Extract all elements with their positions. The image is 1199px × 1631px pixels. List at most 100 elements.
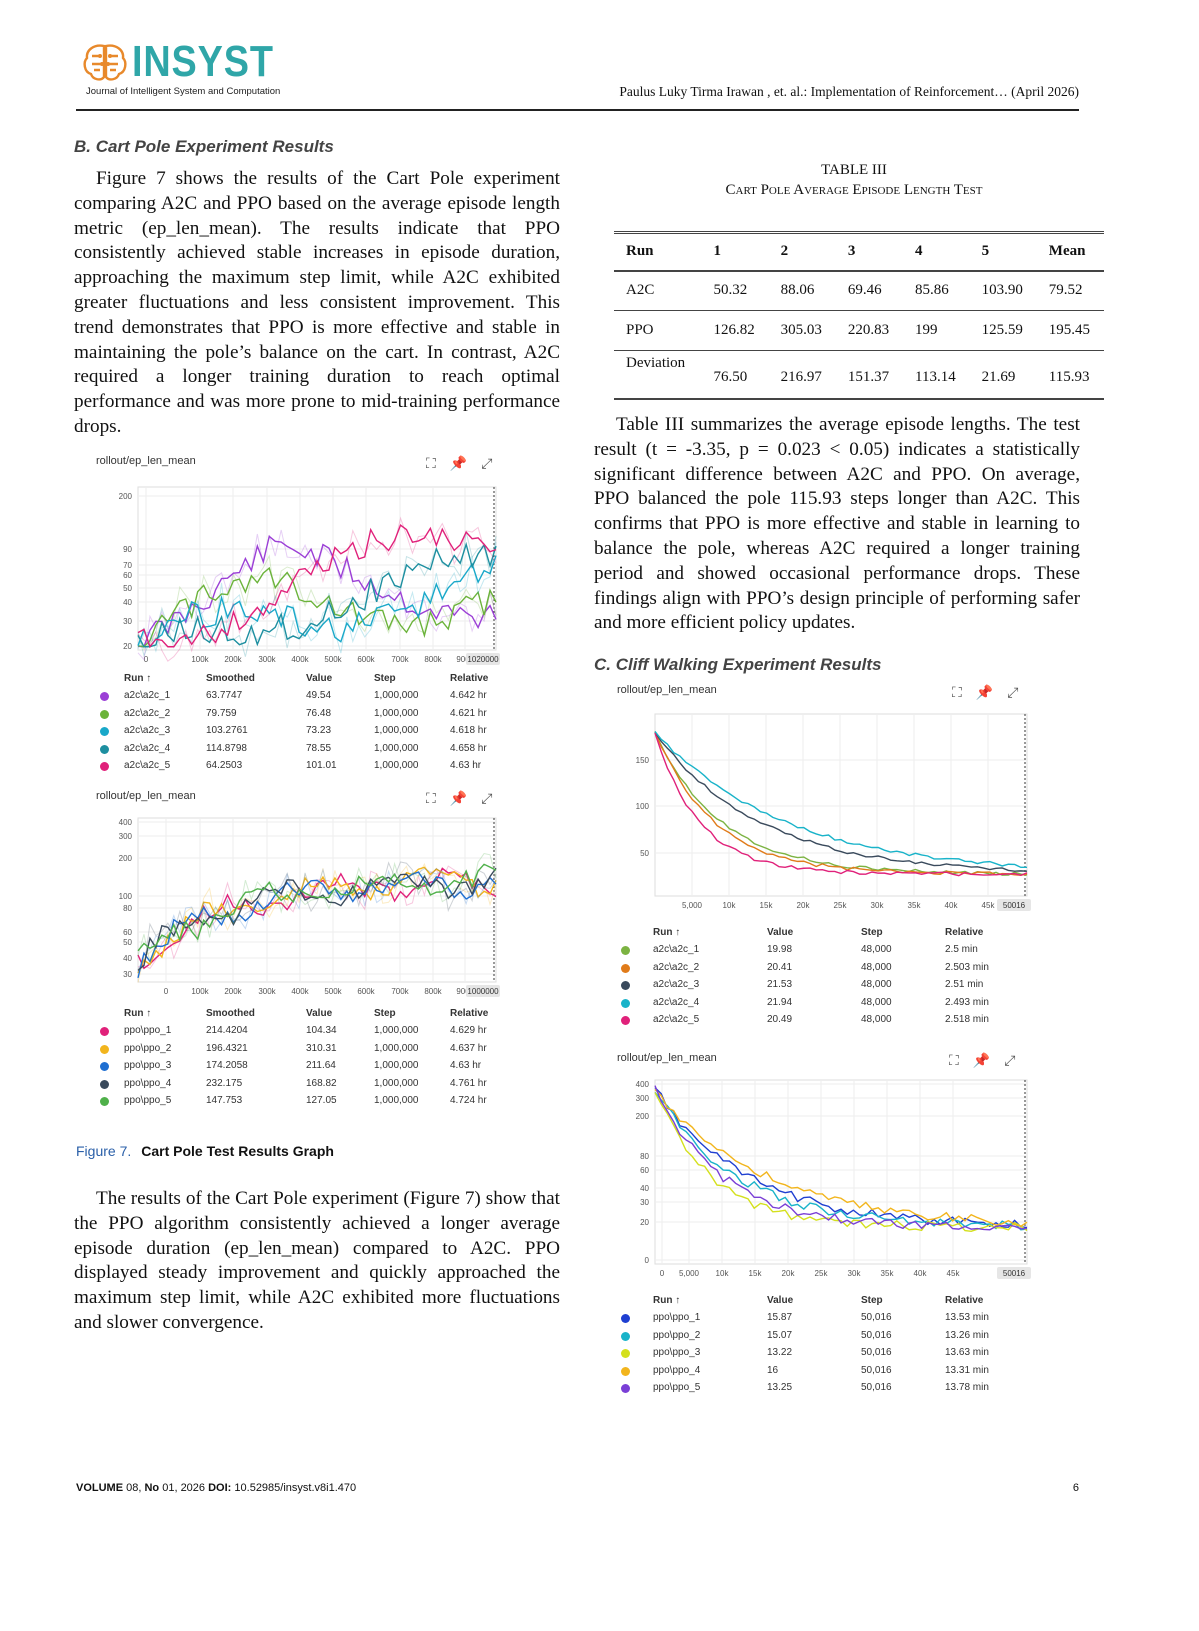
table-label: TABLE III	[821, 162, 887, 178]
run-cell: 2.493 min	[945, 996, 989, 1008]
run-row[interactable]: a2c\a2c_5 64.2503 101.01 1,000,000 4.63 hr	[124, 757, 510, 775]
fit-icon[interactable]: ⛶	[426, 455, 450, 471]
pin-icon[interactable]: 📌	[450, 455, 481, 471]
run-row[interactable]: a2c\a2c_1 63.7747 49.54 1,000,000 4.642 hr	[124, 687, 510, 705]
x-tick-label: 25k	[834, 901, 848, 910]
y-tick-label: 300	[119, 832, 133, 841]
fit-icon[interactable]: ⛶	[952, 684, 976, 700]
run-cell: 78.55	[306, 742, 332, 754]
run-cell: 174.2058	[206, 1060, 248, 1072]
fullscreen-icon[interactable]: ⤢	[1004, 1052, 1029, 1068]
sort-run-header[interactable]: Run ↑	[653, 924, 767, 941]
run-cell: 114.8798	[206, 742, 247, 754]
run-cell: 16	[767, 1364, 779, 1376]
table-cell: 21.69	[969, 350, 1037, 400]
run-color-dot	[621, 1016, 630, 1025]
run-row[interactable]: a2c\a2c_4 114.8798 78.55 1,000,000 4.658 hr	[124, 740, 510, 758]
x-tick-label: 600k	[357, 655, 375, 664]
footer-doi: 10.52985/insyst.v8i1.470	[234, 1482, 357, 1494]
run-cell: 147.753	[206, 1095, 243, 1107]
run-cell: 50,016	[861, 1312, 892, 1324]
fullscreen-icon[interactable]: ⤢	[481, 455, 506, 471]
column-header: Relative	[945, 927, 984, 938]
x-tick-label: 700k	[391, 987, 409, 996]
journal-subtitle: Journal of Intelligent System and Comput…	[86, 86, 281, 97]
run-row[interactable]: ppo\ppo_2 15.07 50,016 13.26 min	[653, 1327, 1025, 1345]
y-tick-label: 20	[640, 1218, 649, 1227]
x-tick-label: 10k	[716, 1269, 730, 1278]
run-row[interactable]: ppo\ppo_1 214.4204 104.34 1,000,000 4.629 hr	[124, 1022, 510, 1040]
run-color-dot	[621, 963, 630, 973]
run-cell: ppo\ppo_4	[653, 1364, 701, 1376]
run-table-header: Run ↑ Smoothed Value Step Relative	[124, 670, 510, 687]
y-tick-label: 40	[123, 598, 132, 607]
pin-icon[interactable]: 📌	[450, 790, 481, 806]
run-row[interactable]: a2c\a2c_3 103.2761 73.23 1,000,000 4.618 hr	[124, 722, 510, 740]
fit-icon[interactable]: ⛶	[426, 790, 450, 806]
run-table-header: Run ↑ Smoothed Value Step Relative	[124, 1005, 510, 1022]
run-row[interactable]: ppo\ppo_5 13.25 50,016 13.78 min	[653, 1379, 1025, 1397]
x-tick-label: 5,000	[679, 1269, 700, 1278]
run-row[interactable]: a2c\a2c_2 20.41 48,000 2.503 min	[653, 959, 1025, 977]
pin-icon[interactable]: 📌	[973, 1052, 1004, 1068]
run-cell: a2c\a2c_4	[124, 742, 171, 754]
column-header: Step	[374, 673, 396, 684]
run-cell: ppo\ppo_2	[653, 1329, 701, 1341]
run-cell: 4.642 hr	[450, 690, 487, 702]
sort-run-header[interactable]: Run ↑	[124, 670, 206, 687]
y-tick-label: 100	[636, 802, 650, 811]
fullscreen-icon[interactable]: ⤢	[1007, 684, 1032, 700]
run-color-dot	[100, 709, 109, 719]
run-cell: 73.23	[306, 725, 332, 737]
run-row[interactable]: a2c\a2c_3 21.53 48,000 2.51 min	[653, 976, 1025, 994]
run-row[interactable]: ppo\ppo_2 196.4321 310.31 1,000,000 4.637 hr	[124, 1040, 510, 1058]
table-cell: 103.90	[969, 270, 1037, 311]
run-row[interactable]: ppo\ppo_3 13.22 50,016 13.63 min	[653, 1344, 1025, 1362]
run-color-dot	[100, 1044, 109, 1054]
sort-run-header[interactable]: Run ↑	[124, 1005, 206, 1022]
run-color-dot	[100, 762, 109, 771]
y-tick-label: 150	[636, 756, 650, 765]
run-color-dot	[621, 998, 630, 1008]
header-divider	[76, 109, 1079, 111]
run-row[interactable]: a2c\a2c_5 20.49 48,000 2.518 min	[653, 1011, 1025, 1029]
run-row[interactable]: ppo\ppo_5 147.753 127.05 1,000,000 4.724 hr	[124, 1092, 510, 1110]
run-row[interactable]: ppo\ppo_1 15.87 50,016 13.53 min	[653, 1309, 1025, 1327]
table-cell: 199	[903, 310, 970, 351]
table-cell: 216.97	[768, 350, 836, 400]
run-row[interactable]: ppo\ppo_3 174.2058 211.64 1,000,000 4.63 hr	[124, 1057, 510, 1075]
panel-title: rollout/ep_len_mean	[96, 455, 196, 467]
run-cell: 1,000,000	[374, 690, 419, 702]
y-tick-label: 100	[119, 892, 133, 901]
run-row[interactable]: ppo\ppo_4 232.175 168.82 1,000,000 4.761 hr	[124, 1075, 510, 1093]
column-header: Step	[861, 1295, 883, 1306]
run-row[interactable]: a2c\a2c_1 19.98 48,000 2.5 min	[653, 941, 1025, 959]
x-tick-label: 600k	[357, 987, 375, 996]
plot-area	[654, 1079, 1028, 1265]
pin-icon[interactable]: 📌	[976, 684, 1007, 700]
fullscreen-icon[interactable]: ⤢	[481, 790, 506, 806]
x-tick-label: 800k	[424, 655, 442, 664]
x-tick-label: 400k	[291, 987, 309, 996]
run-cell: 196.4321	[206, 1042, 248, 1054]
run-cell: 15.87	[767, 1312, 793, 1324]
y-tick-label: 60	[123, 928, 132, 937]
y-tick-label: 200	[119, 854, 133, 863]
run-cell: 13.25	[767, 1382, 793, 1394]
run-row[interactable]: a2c\a2c_2 79.759 76.48 1,000,000 4.621 hr	[124, 705, 510, 723]
column-header: Value	[767, 927, 794, 938]
run-row[interactable]: ppo\ppo_4 16 50,016 13.31 min	[653, 1362, 1025, 1380]
fit-icon[interactable]: ⛶	[949, 1052, 973, 1068]
table-cell: 305.03	[768, 310, 836, 351]
table-cell: 115.93	[1036, 350, 1104, 400]
y-tick-label: 60	[123, 571, 132, 580]
run-table: Run ↑ Smoothed Value Step Relative a2c\a2c_1 6…	[124, 670, 510, 775]
run-cell: 64.2503	[206, 760, 243, 772]
run-cell: 19.98	[767, 944, 793, 956]
run-row[interactable]: a2c\a2c_4 21.94 48,000 2.493 min	[653, 994, 1025, 1012]
column-header: Relative	[450, 1008, 489, 1019]
run-cell: 1,000,000	[374, 1077, 419, 1089]
table-cell: 88.06	[768, 270, 836, 311]
run-color-dot	[621, 1366, 630, 1376]
sort-run-header[interactable]: Run ↑	[653, 1292, 767, 1309]
